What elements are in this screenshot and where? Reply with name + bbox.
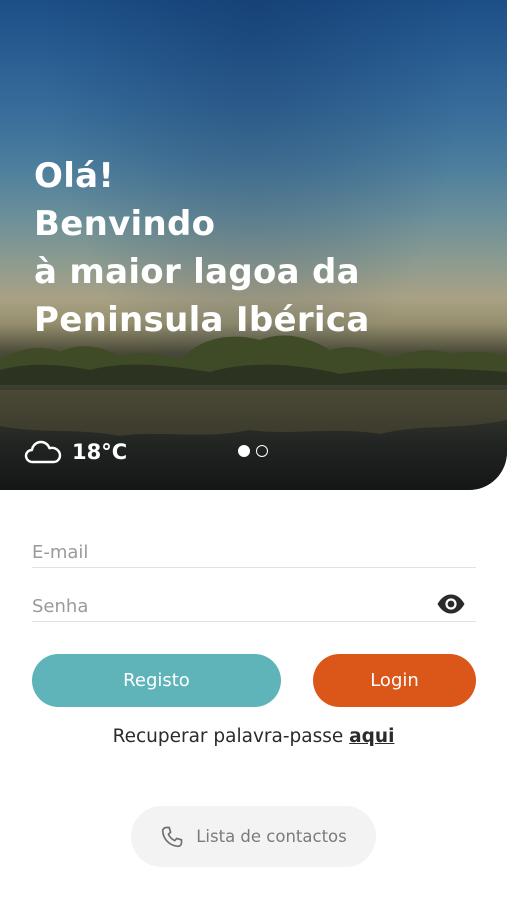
contacts-list-label: Lista de contactos	[196, 827, 347, 846]
carousel-dot-active[interactable]	[238, 445, 250, 457]
carousel-dot[interactable]	[256, 445, 268, 457]
recover-password-prefix: Recuperar palavra-passe	[112, 726, 350, 747]
hero-title: Olá! Benvindo à maior lagoa da Peninsula…	[34, 152, 370, 344]
hero-title-line: à maior lagoa da	[34, 252, 360, 292]
contacts-list-button[interactable]: Lista de contactos	[131, 806, 376, 867]
hero-title-line: Benvindo	[34, 204, 216, 244]
password-input[interactable]	[32, 596, 412, 617]
password-field	[32, 588, 476, 622]
recover-password-link[interactable]: aqui	[349, 726, 394, 747]
hero-title-line: Olá!	[34, 156, 115, 196]
register-button[interactable]: Registo	[32, 654, 281, 707]
email-input[interactable]	[32, 542, 412, 563]
carousel-indicator	[238, 445, 268, 457]
phone-icon	[162, 826, 183, 847]
eye-icon[interactable]	[436, 593, 466, 615]
recover-password-text: Recuperar palavra-passe aqui	[0, 726, 507, 747]
cloud-icon	[24, 440, 62, 464]
login-button[interactable]: Login	[313, 654, 476, 707]
hero-title-line: Peninsula Ibérica	[34, 300, 370, 340]
weather-temperature: 18°C	[72, 440, 128, 464]
weather-widget: 18°C	[24, 436, 127, 468]
hero-banner: Olá! Benvindo à maior lagoa da Peninsula…	[0, 0, 507, 490]
email-field	[32, 534, 476, 568]
